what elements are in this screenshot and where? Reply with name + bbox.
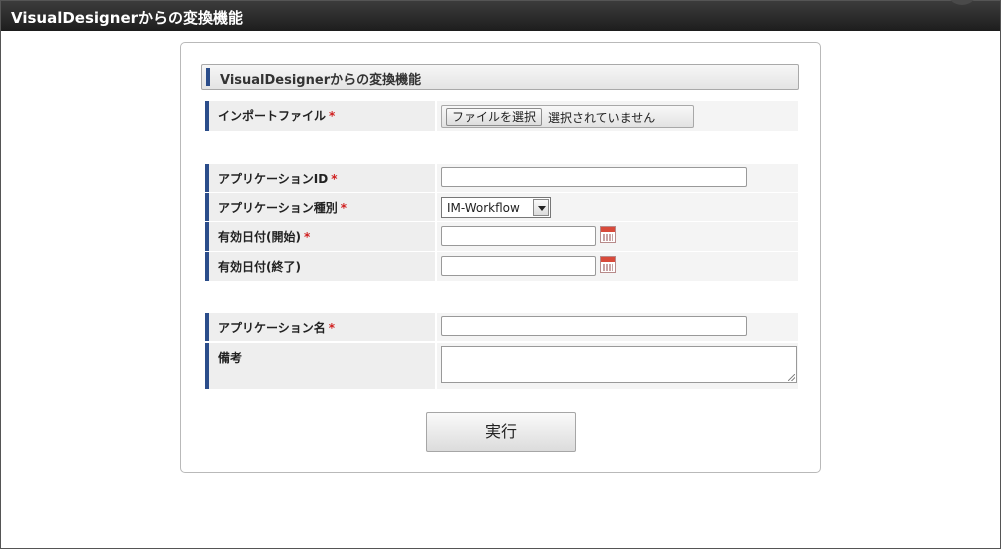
window-corner-decoration bbox=[946, 0, 978, 5]
required-mark: * bbox=[328, 321, 336, 335]
resize-grip-icon[interactable] bbox=[788, 374, 795, 381]
row-end-date: 有効日付(終了) bbox=[205, 252, 798, 281]
row-app-name: アプリケーション名 * bbox=[205, 313, 798, 341]
end-date-label: 有効日付(終了) bbox=[205, 252, 435, 281]
app-id-label-text: アプリケーションID bbox=[218, 172, 329, 186]
app-name-input[interactable] bbox=[441, 316, 747, 336]
remarks-label: 備考 bbox=[205, 343, 435, 389]
start-date-cell bbox=[437, 222, 798, 251]
remarks-textarea[interactable] bbox=[441, 346, 797, 383]
app-name-cell bbox=[437, 313, 798, 341]
required-mark: * bbox=[331, 172, 338, 186]
end-date-cell bbox=[437, 252, 798, 281]
import-file-label: インポートファイル * bbox=[205, 101, 435, 131]
row-import-file: インポートファイル * ファイルを選択 選択されていません bbox=[205, 101, 798, 131]
app-name-label: アプリケーション名 * bbox=[205, 313, 435, 341]
import-file-label-text: インポートファイル bbox=[218, 109, 327, 123]
app-id-label: アプリケーションID * bbox=[205, 164, 435, 192]
row-start-date: 有効日付(開始) * bbox=[205, 222, 798, 251]
section-header: VisualDesignerからの変換機能 bbox=[201, 64, 799, 90]
app-name-label-text: アプリケーション名 bbox=[218, 321, 326, 335]
app-type-selected: IM-Workflow bbox=[447, 201, 520, 215]
start-date-label: 有効日付(開始) * bbox=[205, 222, 435, 251]
calendar-icon[interactable] bbox=[600, 226, 616, 243]
file-status-text: 選択されていません bbox=[548, 111, 656, 125]
execute-button[interactable]: 実行 bbox=[426, 412, 576, 452]
app-type-label: アプリケーション種別 * bbox=[205, 193, 435, 221]
section-title: VisualDesignerからの変換機能 bbox=[220, 73, 422, 88]
app-type-cell: IM-Workflow bbox=[437, 193, 798, 221]
app-id-cell bbox=[437, 164, 798, 192]
end-date-label-text: 有効日付(終了) bbox=[218, 260, 301, 274]
row-app-id: アプリケーションID * bbox=[205, 164, 798, 192]
import-file-cell: ファイルを選択 選択されていません bbox=[437, 101, 798, 131]
start-date-label-text: 有効日付(開始) bbox=[218, 230, 301, 244]
start-date-input[interactable] bbox=[441, 226, 596, 246]
app-type-select[interactable]: IM-Workflow bbox=[441, 197, 551, 218]
app-type-label-text: アプリケーション種別 bbox=[218, 201, 338, 215]
required-mark: * bbox=[329, 109, 336, 123]
choose-file-button[interactable]: ファイルを選択 bbox=[446, 108, 543, 126]
row-remarks: 備考 bbox=[205, 343, 798, 389]
app-id-input[interactable] bbox=[441, 167, 747, 187]
remarks-cell bbox=[437, 343, 798, 389]
end-date-input[interactable] bbox=[441, 256, 596, 276]
required-mark: * bbox=[303, 230, 311, 244]
window-title: VisualDesignerからの変換機能 bbox=[11, 9, 244, 27]
section-accent-bar bbox=[206, 68, 210, 86]
app-window: VisualDesignerからの変換機能 VisualDesignerからの変… bbox=[0, 0, 1001, 549]
title-bar: VisualDesignerからの変換機能 bbox=[1, 0, 1000, 31]
remarks-label-text: 備考 bbox=[218, 351, 243, 365]
calendar-icon[interactable] bbox=[600, 256, 616, 273]
file-input[interactable]: ファイルを選択 選択されていません bbox=[441, 105, 694, 128]
required-mark: * bbox=[340, 201, 348, 215]
row-app-type: アプリケーション種別 * IM-Workflow bbox=[205, 193, 798, 221]
form-panel: VisualDesignerからの変換機能 インポートファイル * ファイルを選択… bbox=[180, 42, 821, 473]
chevron-down-icon[interactable] bbox=[533, 199, 549, 216]
